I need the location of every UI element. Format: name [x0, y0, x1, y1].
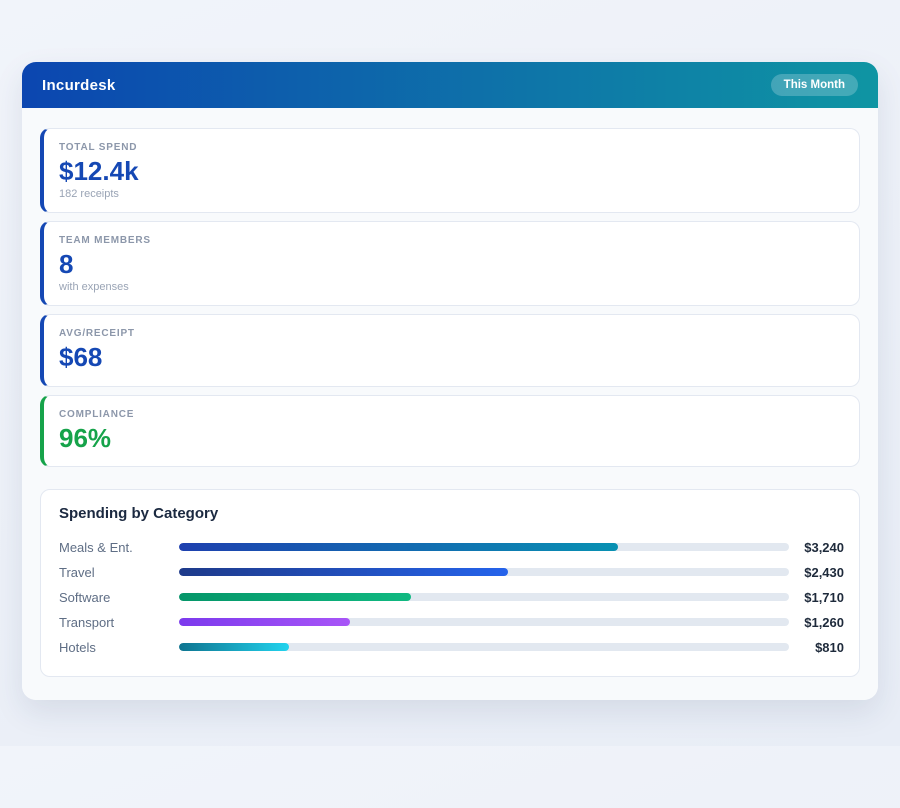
stat-value: 8	[59, 249, 843, 280]
bar-track	[179, 643, 789, 651]
spending-chart-card: Spending by Category Meals & Ent. $3,240…	[40, 489, 860, 677]
category-amount: $1,260	[789, 615, 844, 630]
bar-track	[179, 543, 789, 551]
bar-fill	[179, 568, 508, 576]
category-row: Meals & Ent. $3,240	[59, 535, 844, 560]
stat-label: TOTAL SPEND	[59, 142, 843, 153]
bar-track	[179, 568, 789, 576]
stat-label: TEAM MEMBERS	[59, 235, 843, 246]
category-label: Meals & Ent.	[59, 540, 179, 555]
stat-value: $12.4k	[59, 156, 843, 187]
period-badge[interactable]: This Month	[771, 74, 858, 96]
stat-card: TOTAL SPEND $12.4k 182 receipts	[40, 128, 860, 213]
category-row: Transport $1,260	[59, 610, 844, 635]
category-label: Software	[59, 590, 179, 605]
bar-track	[179, 593, 789, 601]
stat-subtext: with expenses	[59, 281, 843, 293]
dashboard-card: Incurdesk This Month TOTAL SPEND $12.4k …	[22, 62, 878, 700]
bar-fill	[179, 543, 618, 551]
bar-fill	[179, 593, 411, 601]
stat-card: AVG/RECEIPT $68	[40, 314, 860, 386]
category-label: Transport	[59, 615, 179, 630]
stat-card: TEAM MEMBERS 8 with expenses	[40, 221, 860, 306]
bar-fill	[179, 643, 289, 651]
app-header: Incurdesk This Month	[22, 62, 878, 108]
category-row: Hotels $810	[59, 635, 844, 660]
dashboard-body: TOTAL SPEND $12.4k 182 receipts TEAM MEM…	[22, 108, 878, 700]
category-amount: $810	[789, 640, 844, 655]
category-row: Software $1,710	[59, 585, 844, 610]
category-row: Travel $2,430	[59, 560, 844, 585]
category-rows: Meals & Ent. $3,240 Travel $2,430 Softwa…	[59, 535, 844, 660]
stat-label: COMPLIANCE	[59, 409, 843, 420]
stat-subtext: 182 receipts	[59, 188, 843, 200]
chart-title: Spending by Category	[59, 505, 844, 522]
category-amount: $2,430	[789, 565, 844, 580]
stats-list: TOTAL SPEND $12.4k 182 receipts TEAM MEM…	[40, 128, 860, 467]
bar-track	[179, 618, 789, 626]
stat-value: 96%	[59, 423, 843, 454]
stat-card: COMPLIANCE 96%	[40, 395, 860, 467]
app-title: Incurdesk	[42, 77, 116, 94]
category-amount: $1,710	[789, 590, 844, 605]
category-label: Travel	[59, 565, 179, 580]
bar-fill	[179, 618, 350, 626]
category-amount: $3,240	[789, 540, 844, 555]
stat-value: $68	[59, 342, 843, 373]
stat-label: AVG/RECEIPT	[59, 328, 843, 339]
category-label: Hotels	[59, 640, 179, 655]
